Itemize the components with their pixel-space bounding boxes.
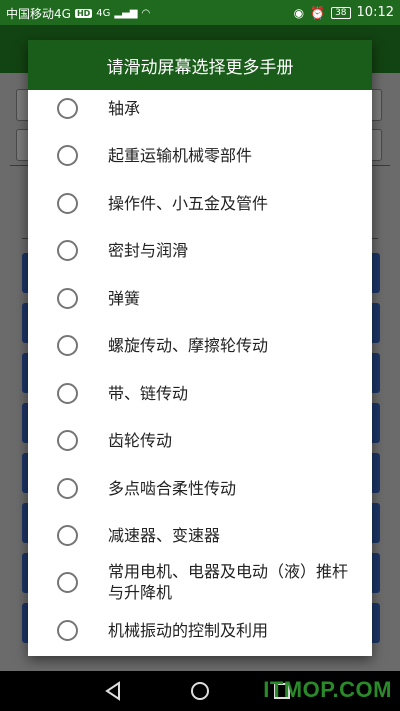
dialog-title: 请滑动屏幕选择更多手册	[28, 40, 372, 90]
clock: 10:12	[356, 5, 394, 20]
list-item[interactable]: 轴承	[28, 88, 372, 128]
list-item[interactable]: 螺旋传动、摩擦轮传动	[28, 325, 372, 365]
radio-button[interactable]	[57, 334, 78, 356]
network-type: 4G	[96, 8, 111, 19]
radio-button[interactable]	[57, 144, 78, 166]
home-icon[interactable]	[190, 681, 210, 701]
list-item-label: 常用电机、电器及电动（液）推杆与升降机	[108, 562, 349, 602]
list-item[interactable]: 齿轮传动	[28, 420, 372, 460]
list-item-label: 机械振动的控制及利用	[108, 620, 269, 640]
list-item[interactable]: 机械振动的控制及利用	[28, 610, 372, 650]
radio-button[interactable]	[57, 382, 78, 404]
list-item-label: 操作件、小五金及管件	[108, 193, 269, 213]
radio-button[interactable]	[57, 239, 78, 261]
list-item-label: 起重运输机械零部件	[108, 145, 253, 165]
radio-button[interactable]	[57, 429, 78, 451]
list-item[interactable]: 减速器、变速器	[28, 515, 372, 555]
background-card-edge	[372, 553, 380, 593]
list-item-label: 减速器、变速器	[108, 525, 221, 545]
background-card-edge	[372, 353, 380, 393]
background-card-edge	[372, 253, 380, 293]
list-item[interactable]: 弹簧	[28, 278, 372, 318]
battery-icon: 38	[331, 6, 351, 19]
list-item[interactable]: 常用电机、电器及电动（液）推杆与升降机	[28, 556, 372, 608]
status-right: ◉ ⏰ 38 10:12	[294, 5, 394, 20]
manual-list[interactable]: 轴承 起重运输机械零部件 操作件、小五金及管件 密封与润滑 弹簧 螺旋传动、摩擦…	[28, 90, 372, 656]
list-item-label: 螺旋传动、摩擦轮传动	[108, 335, 269, 355]
background-card-edge	[372, 503, 380, 543]
background-card-edge	[372, 403, 380, 443]
list-item[interactable]: 带、链传动	[28, 373, 372, 413]
alarm-icon: ⏰	[310, 5, 326, 20]
status-left: 中国移动4G HD 4G ▂▄▆ ◠	[6, 5, 150, 22]
background-card-edge	[372, 453, 380, 493]
navigation-bar: ITMOP.COM	[0, 671, 400, 711]
wifi-icon: ◠	[141, 8, 151, 19]
list-item[interactable]: 多点啮合柔性传动	[28, 468, 372, 508]
radio-button[interactable]	[57, 524, 78, 546]
list-item-label: 齿轮传动	[108, 430, 173, 450]
list-item[interactable]: 密封与润滑	[28, 230, 372, 270]
signal-icon: ▂▄▆	[114, 8, 138, 19]
carrier-label: 中国移动4G	[6, 7, 71, 21]
list-item-label: 密封与润滑	[108, 240, 189, 260]
list-item-label: 轴承	[108, 98, 141, 118]
list-item[interactable]: 操作件、小五金及管件	[28, 183, 372, 223]
list-item-label: 带、链传动	[108, 383, 189, 403]
list-item[interactable]: 起重运输机械零部件	[28, 135, 372, 175]
radio-button[interactable]	[57, 571, 78, 593]
radio-button[interactable]	[57, 619, 78, 641]
back-icon[interactable]	[104, 681, 124, 701]
hd-badge: HD	[74, 9, 93, 18]
background-card-edge	[372, 603, 380, 643]
status-bar: 中国移动4G HD 4G ▂▄▆ ◠ ◉ ⏰ 38 10:12	[0, 0, 400, 25]
manual-select-dialog: 请滑动屏幕选择更多手册 轴承 起重运输机械零部件 操作件、小五金及管件 密封与润…	[28, 40, 372, 656]
radio-button[interactable]	[57, 477, 78, 499]
background-card-edge	[372, 303, 380, 343]
radio-button[interactable]	[57, 287, 78, 309]
radio-button[interactable]	[57, 192, 78, 214]
watermark-logo: ITMOP.COM	[263, 677, 392, 702]
radio-button[interactable]	[57, 97, 78, 119]
eye-icon: ◉	[293, 5, 305, 20]
list-item-label: 多点啮合柔性传动	[108, 478, 237, 498]
list-item-label: 弹簧	[108, 288, 141, 308]
